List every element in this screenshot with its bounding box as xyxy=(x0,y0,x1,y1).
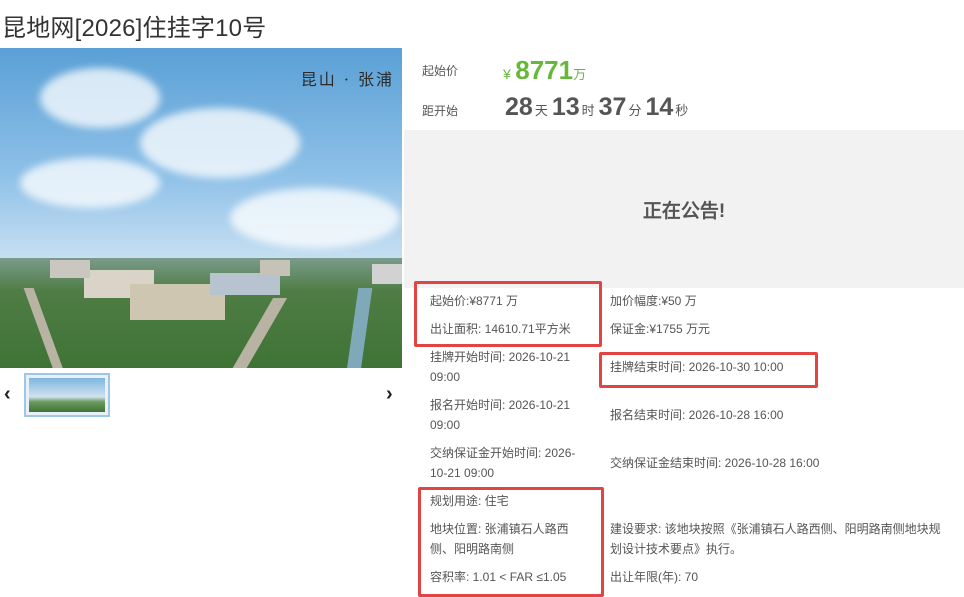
detail-term: 出让年限(年): 70 xyxy=(610,570,699,584)
price-value: 8771 xyxy=(515,55,574,85)
start-price: ¥ 8771万 xyxy=(503,55,587,85)
detail-signup-start-time: 09:00 xyxy=(430,418,461,432)
detail-deposit-start-time: 10-21 09:00 xyxy=(430,466,495,480)
detail-signup-start-date: 报名开始时间: 2026-10-21 xyxy=(430,398,571,412)
detail-listing-start-date: 挂牌开始时间: 2026-10-21 xyxy=(430,350,571,364)
detail-deposit-start-date: 交纳保证金开始时间: 2026- xyxy=(430,446,576,460)
photo-caption: 昆山 · 张浦 xyxy=(300,70,394,89)
land-photo: 昆山 · 张浦 xyxy=(0,48,402,368)
prev-arrow-icon[interactable]: ‹ xyxy=(4,383,11,406)
detail-deposit-end: 交纳保证金结束时间: 2026-10-28 16:00 xyxy=(610,456,820,470)
detail-deposit: 保证金:¥1755 万元 xyxy=(610,322,711,336)
highlight-box-usage-location-far xyxy=(418,487,604,597)
detail-bid-increment: 加价幅度:¥50 万 xyxy=(610,294,697,308)
countdown: 28 天 13 时 37 分 14 秒 xyxy=(505,93,689,121)
thumbnail[interactable] xyxy=(24,373,110,417)
countdown-label: 距开始 xyxy=(422,104,459,118)
notice-banner: 正在公告! xyxy=(404,130,964,288)
page-title: 昆地网[2026]住挂字10号 xyxy=(2,15,267,42)
detail-requirement-2: 划设计技术要点》执行。 xyxy=(610,542,743,556)
detail-listing-start-time: 09:00 xyxy=(430,370,461,384)
highlight-box-price-area xyxy=(414,281,602,347)
next-arrow-icon[interactable]: › xyxy=(386,383,393,406)
start-price-label: 起始价 xyxy=(422,64,459,78)
detail-signup-end: 报名结束时间: 2026-10-28 16:00 xyxy=(610,408,784,422)
highlight-box-listing-end xyxy=(599,352,818,388)
detail-requirement-1: 建设要求: 该地块按照《张浦镇石人路西侧、阳明路南侧地块规 xyxy=(610,522,941,536)
